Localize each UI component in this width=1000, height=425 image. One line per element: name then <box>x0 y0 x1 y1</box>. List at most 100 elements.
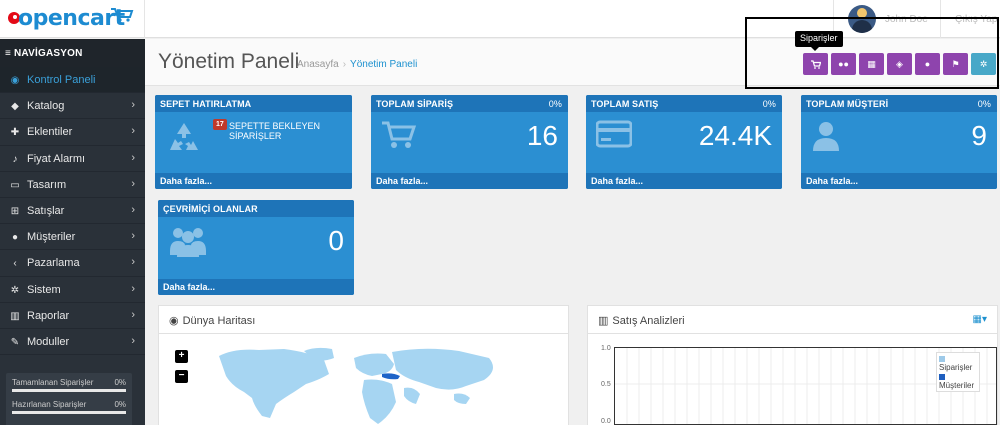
tile-title: ÇEVRİMİÇİ OLANLAR <box>158 200 354 217</box>
y-tick-label: 0.0 <box>601 418 611 425</box>
flag-icon: ⚑ <box>951 59 960 69</box>
tile-online-users: ÇEVRİMİÇİ OLANLAR 0 Daha fazla... <box>158 200 354 295</box>
tag-icon: ◆ <box>11 101 19 113</box>
cart-count-badge: 17 <box>213 119 227 130</box>
tile-more-link[interactable]: Daha fazla... <box>801 173 997 189</box>
panel-header: ▥ Satış Analizleri <box>588 306 997 334</box>
users-icon: ●● <box>838 59 849 69</box>
sidebar-item-design[interactable]: ▭ Tasarım › <box>0 172 145 198</box>
user-icon: ● <box>11 232 19 244</box>
monitor-icon: ▭ <box>10 179 20 191</box>
chevron-right-icon: › <box>131 256 135 269</box>
bell-icon: ♪ <box>12 153 18 165</box>
tooltip: Siparişler <box>795 31 843 51</box>
map-zoom-out-button[interactable]: − <box>175 370 188 383</box>
tile-value: 0 <box>328 225 344 256</box>
cart-icon: ⊞ <box>10 205 20 217</box>
progress-bar <box>12 411 126 414</box>
legend-item-orders: Siparişler <box>939 354 977 372</box>
bar-chart-icon: ▥ <box>10 310 20 322</box>
chart-legend: Siparişler Müşteriler <box>936 352 980 392</box>
tile-more-link[interactable]: Daha fazla... <box>371 173 568 189</box>
nav-header[interactable]: ≡ NAVİGASYON <box>0 39 145 67</box>
world-map-panel: ◉ Dünya Haritası + − <box>158 305 569 425</box>
user-icon <box>813 122 839 151</box>
calendar-dropdown[interactable]: ▦▾ <box>973 314 987 325</box>
sidebar-item-sales[interactable]: ⊞ Satışlar › <box>0 198 145 225</box>
customers-button[interactable]: ●● <box>831 53 856 75</box>
bar-chart-icon: ▥ <box>598 315 609 327</box>
share-icon: ‹ <box>13 258 17 270</box>
breadcrumb-home[interactable]: Anasayfa <box>297 59 339 70</box>
breadcrumb-current[interactable]: Yönetim Paneli <box>350 59 417 70</box>
chevron-right-icon: › <box>131 177 135 190</box>
calendar-icon: ▦ <box>972 314 982 325</box>
tile-title: TOPLAM SATIŞ 0% <box>586 95 782 112</box>
ticket-icon: ◈ <box>896 59 903 69</box>
panel-header: ◉ Dünya Haritası <box>159 306 568 334</box>
chevron-right-icon: › <box>131 99 135 112</box>
tile-title: TOPLAM MÜŞTERİ 0% <box>801 95 997 112</box>
legend-item-customers: Müşteriler <box>939 372 977 390</box>
caret-down-icon: ▾ <box>981 314 987 325</box>
coupons-button[interactable]: ◈ <box>887 53 912 75</box>
order-stats-box: Tamamlanan Siparişler 0% Hazırlanan Sipar… <box>6 373 132 425</box>
tile-cart-reminder: SEPET HATIRLATMA 17 SEPETTE BEKLEYEN SİP… <box>155 95 352 189</box>
cart-icon <box>810 60 821 70</box>
sidebar-item-system[interactable]: ✲ Sistem › <box>0 277 145 303</box>
grid-icon: ▦ <box>867 59 876 69</box>
chevron-right-icon: › <box>131 125 135 138</box>
map-zoom-in-button[interactable]: + <box>175 350 188 363</box>
tile-total-customers: TOPLAM MÜŞTERİ 0% 9 Daha fazla... <box>801 95 997 189</box>
reports-button[interactable]: ⚑ <box>943 53 968 75</box>
tile-more-link[interactable]: Daha fazla... <box>155 173 352 189</box>
products-button[interactable]: ▦ <box>859 53 884 75</box>
stat-completed-orders: Tamamlanan Siparişler 0% <box>12 378 126 396</box>
sidebar-item-modules[interactable]: ✎ Moduller › <box>0 329 145 356</box>
cog-icon: ✲ <box>10 284 20 296</box>
tile-value: 9 <box>971 120 987 151</box>
tile-more-link[interactable]: Daha fazla... <box>158 279 354 295</box>
sidebar-item-reports[interactable]: ▥ Raporlar › <box>0 303 145 329</box>
tile-total-orders: TOPLAM SİPARİŞ 0% 16 Daha fazla... <box>371 95 568 189</box>
brand-name: opencart <box>18 6 125 31</box>
tile-more-link[interactable]: Daha fazla... <box>586 173 782 189</box>
logo[interactable]: opencart <box>0 0 145 38</box>
tile-title: TOPLAM SİPARİŞ 0% <box>371 95 568 112</box>
world-map[interactable] <box>214 346 504 425</box>
badge-label: SEPETTE BEKLEYEN SİPARİŞLER <box>229 121 321 141</box>
tile-title: SEPET HATIRLATMA <box>155 95 352 112</box>
sidebar-item-dashboard[interactable]: ◉ Kontrol Paneli <box>0 67 145 94</box>
puzzle-icon: ✚ <box>10 127 20 139</box>
sidebar: ≡ NAVİGASYON ◉ Kontrol Paneli ◆ Katalog › ✚… <box>0 39 145 425</box>
credit-card-icon <box>596 120 632 148</box>
sidebar-item-extensions[interactable]: ✚ Eklentiler › <box>0 119 145 146</box>
chevron-right-icon: › <box>131 334 135 347</box>
orders-button[interactable] <box>803 53 828 75</box>
y-tick-label: 1.0 <box>601 345 611 352</box>
page-title: Yönetim Paneli <box>158 50 300 73</box>
tile-value: 24.4K <box>698 120 772 151</box>
tile-value: 16 <box>526 120 558 151</box>
progress-bar <box>12 389 126 392</box>
settings-button[interactable]: ✲ <box>971 53 996 75</box>
wrench-icon: ✎ <box>10 336 20 348</box>
dashboard-icon: ◉ <box>10 75 20 86</box>
chevron-right-icon: › <box>131 282 135 295</box>
hamburger-icon: ≡ <box>5 48 15 59</box>
chevron-right-icon: › <box>131 230 135 243</box>
chevron-right-icon: › <box>131 151 135 164</box>
stat-processing-orders: Hazırlanan Siparişler 0% <box>12 400 126 418</box>
sidebar-item-price-alarm[interactable]: ♪ Fiyat Alarmı › <box>0 146 145 172</box>
globe-icon: ◉ <box>169 315 179 327</box>
users-icon <box>170 228 206 257</box>
cog-icon: ✲ <box>979 59 988 69</box>
sidebar-item-customers[interactable]: ● Müşteriler › <box>0 224 145 251</box>
sidebar-item-marketing[interactable]: ‹ Pazarlama › <box>0 250 145 277</box>
chevron-right-icon: › <box>131 308 135 321</box>
cart-icon <box>382 121 417 148</box>
recycle-icon <box>170 123 198 150</box>
chevron-right-icon: › <box>131 203 135 216</box>
sidebar-item-catalog[interactable]: ◆ Katalog › <box>0 93 145 120</box>
reviews-button[interactable]: ● <box>915 53 940 75</box>
